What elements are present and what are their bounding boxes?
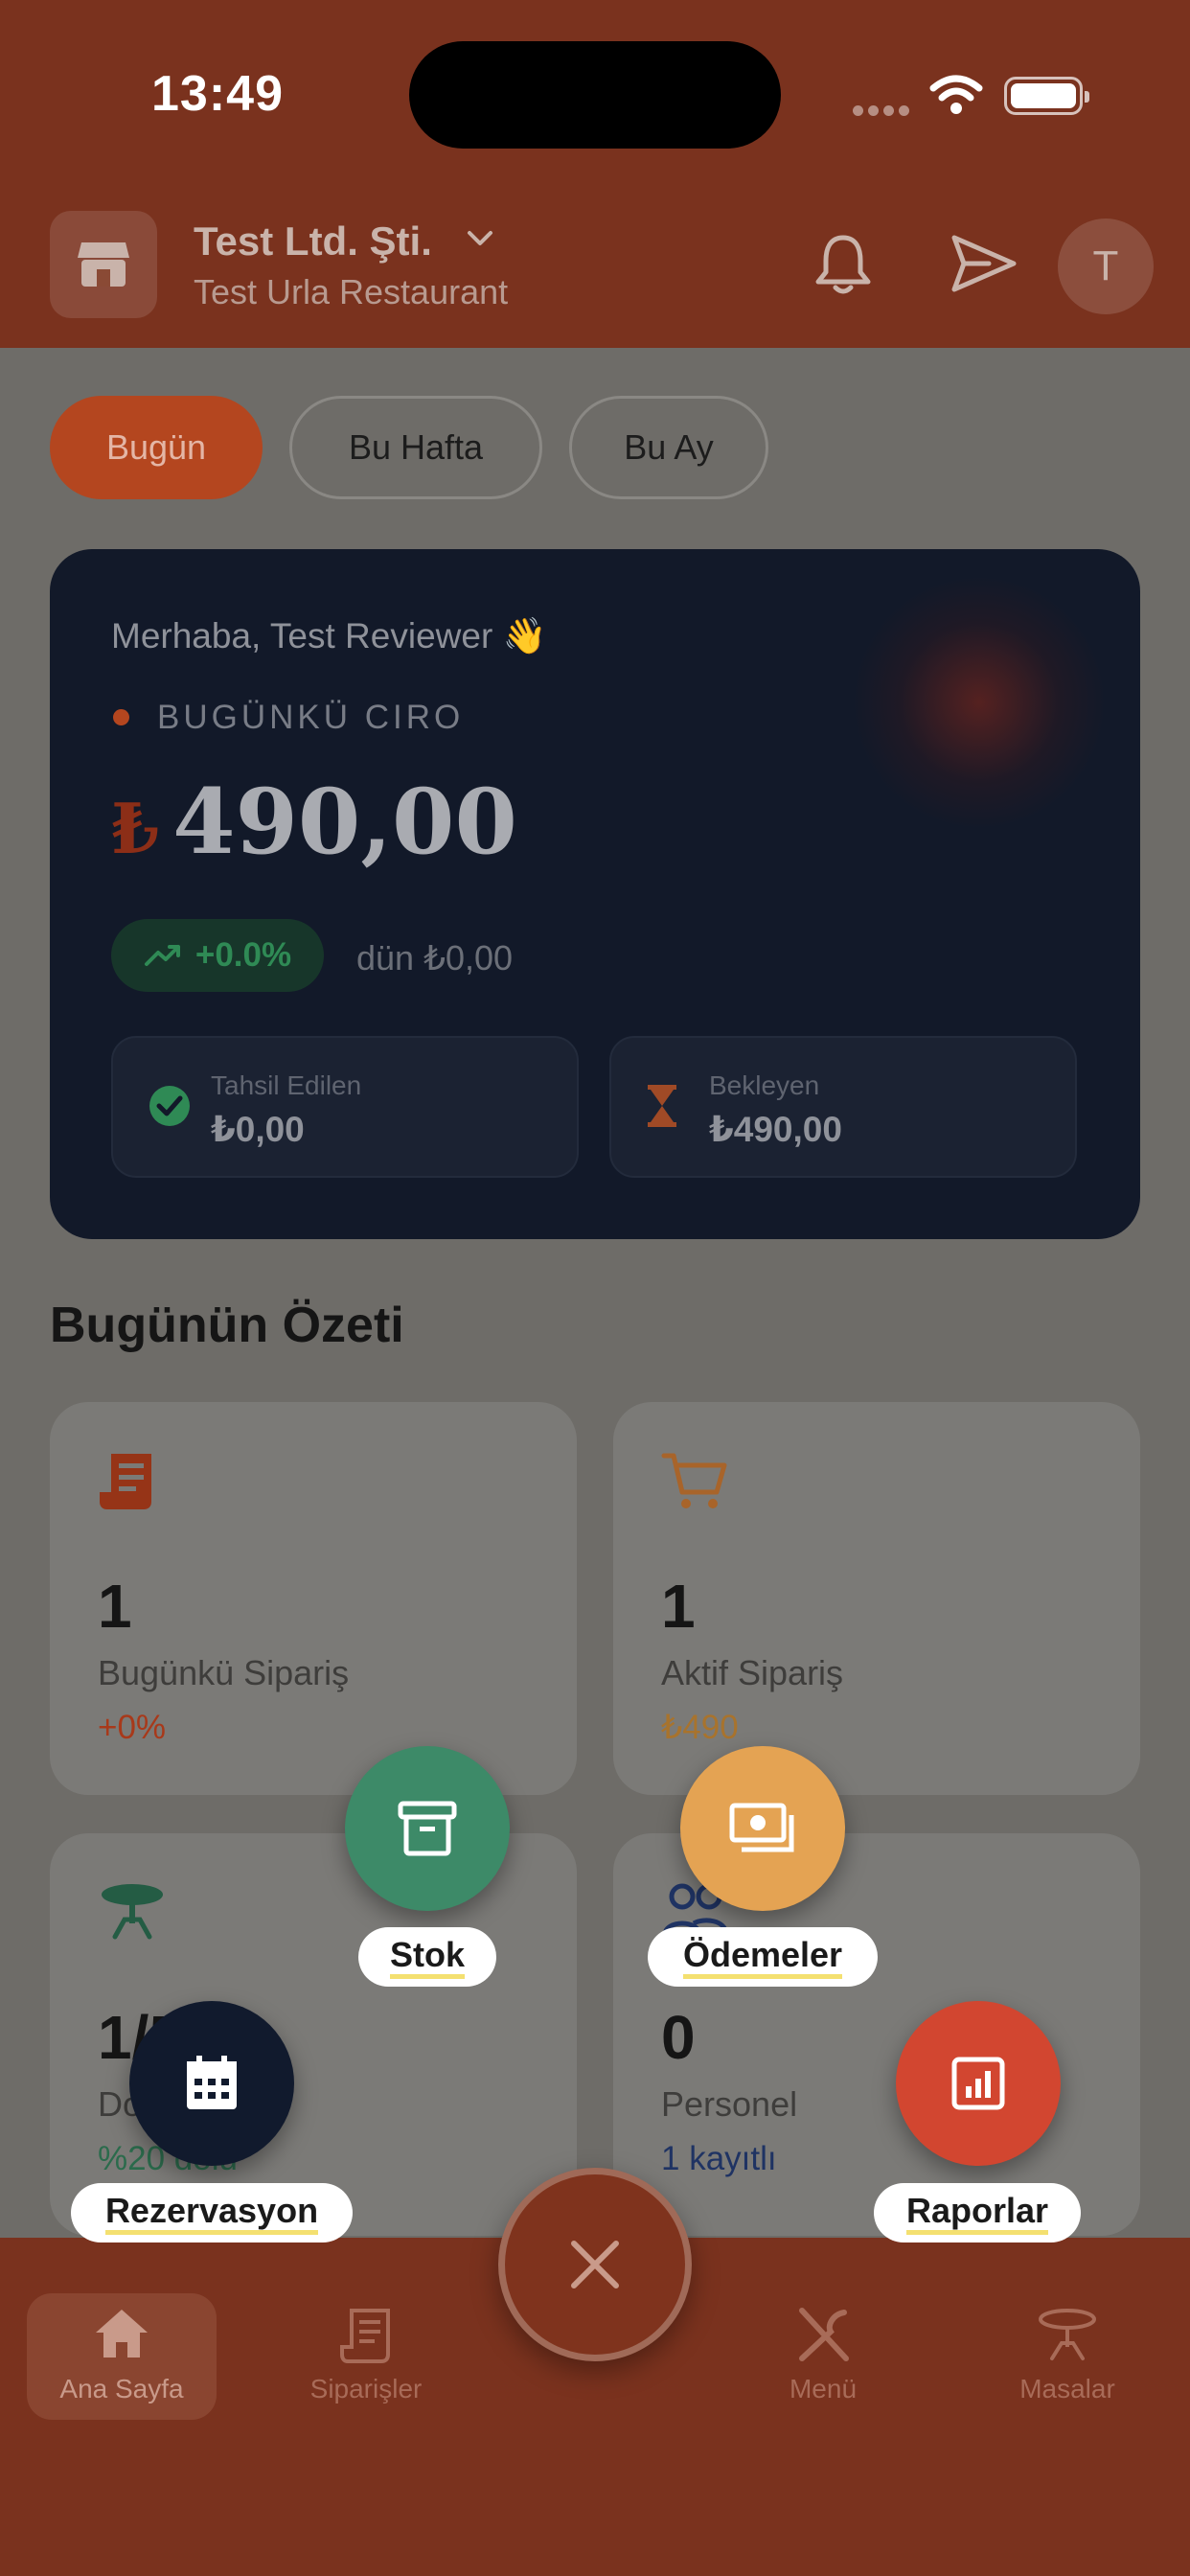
table-icon [973, 2307, 1162, 2364]
pending-box: Bekleyen ₺490,00 [609, 1036, 1077, 1178]
greeting: Merhaba, Test Reviewer 👋 [111, 616, 547, 656]
collected-label: Tahsil Edilen [211, 1070, 362, 1100]
decorative-glow [855, 578, 1104, 827]
check-circle-icon [148, 1084, 192, 1133]
wifi-icon [929, 75, 983, 120]
filter-chip-week[interactable]: Bu Hafta [289, 396, 542, 499]
pending-label: Bekleyen [709, 1070, 820, 1100]
trending-up-icon [144, 945, 180, 966]
archive-icon [398, 1801, 457, 1856]
yesterday-revenue: dün ₺0,00 [356, 938, 514, 978]
branch-name[interactable]: Test Urla Restaurant [194, 272, 508, 312]
battery-icon [1004, 77, 1089, 115]
live-dot-icon [113, 709, 129, 725]
tab-home[interactable]: Ana Sayfa [27, 2293, 217, 2420]
table-icon [98, 1881, 167, 1945]
status-bar: 13:49 [0, 0, 1190, 192]
avatar[interactable]: T [1058, 218, 1154, 314]
tab-label: Ana Sayfa [59, 2374, 184, 2404]
quick-action-payments-button[interactable] [680, 1746, 845, 1911]
summary-card-staff[interactable]: 0 Personel 1 kayıtlı [613, 1833, 1140, 2236]
trend-badge: +0.0% [111, 919, 324, 992]
quick-action-reports-button[interactable] [896, 2001, 1061, 2166]
quick-action-stock-label[interactable]: Stok [358, 1927, 496, 1987]
receipt-icon [271, 2307, 461, 2364]
money-icon [729, 1803, 794, 1852]
status-time: 13:49 [151, 66, 284, 122]
quick-action-reservation-button[interactable] [129, 2001, 294, 2166]
utensils-icon [728, 2307, 918, 2364]
app-header: Test Ltd. Şti. Test Urla Restaurant T [0, 201, 1190, 345]
close-icon [571, 2241, 619, 2288]
summary-card-tables[interactable]: 1/5 Dolu Masa %20 dolu [50, 1833, 577, 2236]
revenue-value: 490,00 [172, 770, 517, 875]
store-icon[interactable] [50, 211, 157, 318]
filter-chip-month[interactable]: Bu Ay [569, 396, 768, 499]
summary-title: Bugünün Özeti [50, 1298, 404, 1353]
tab-menu[interactable]: Menü [728, 2293, 918, 2420]
summary-label: Bugünkü Sipariş [98, 1653, 350, 1692]
bell-icon[interactable] [812, 232, 874, 300]
collected-value: ₺0,00 [211, 1110, 305, 1149]
close-fab-button[interactable] [498, 2168, 692, 2361]
summary-label: Aktif Sipariş [661, 1653, 844, 1692]
quick-action-payments-label[interactable]: Ödemeler [648, 1927, 878, 1987]
receipt-icon [98, 1450, 159, 1518]
revenue-amount: ₺ 490,00 [111, 770, 517, 875]
report-icon [951, 2057, 1005, 2110]
tab-tables[interactable]: Masalar [973, 2293, 1162, 2420]
chevron-down-icon[interactable] [464, 222, 496, 260]
cellular-signal-icon [853, 104, 914, 121]
quick-action-reports-label[interactable]: Raporlar [874, 2183, 1081, 2242]
calendar-icon [187, 2056, 237, 2109]
trend-value: +0.0% [195, 936, 292, 974]
tab-label: Siparişler [309, 2374, 423, 2404]
dynamic-island [409, 41, 781, 149]
business-name[interactable]: Test Ltd. Şti. [194, 218, 432, 264]
filter-chip-today[interactable]: Bugün [50, 396, 263, 499]
summary-card-active-orders[interactable]: 1 Aktif Sipariş ₺490 [613, 1402, 1140, 1795]
home-icon [27, 2307, 217, 2364]
revenue-label: BUGÜNKÜ CIRO [157, 699, 465, 736]
currency-symbol: ₺ [111, 788, 160, 869]
summary-sub: ₺490 [661, 1709, 739, 1746]
tab-label: Menü [789, 2374, 858, 2404]
summary-label: Personel [661, 2084, 798, 2124]
send-icon[interactable] [950, 232, 1018, 300]
quick-action-reservation-label[interactable]: Rezervasyon [71, 2183, 353, 2242]
summary-sub: +0% [98, 1709, 167, 1746]
dashboard-content: Bugün Bu Hafta Bu Ay Merhaba, Test Revie… [0, 348, 1190, 2238]
quick-action-stock-button[interactable] [345, 1746, 510, 1911]
cart-icon [661, 1450, 728, 1518]
summary-card-today-orders[interactable]: 1 Bugünkü Sipariş +0% [50, 1402, 577, 1795]
revenue-card: Merhaba, Test Reviewer 👋 BUGÜNKÜ CIRO ₺ 4… [50, 549, 1140, 1239]
hourglass-icon [646, 1084, 678, 1133]
collected-box: Tahsil Edilen ₺0,00 [111, 1036, 579, 1178]
tab-orders[interactable]: Siparişler [271, 2293, 461, 2420]
summary-value: 1 [661, 1572, 696, 1641]
tab-label: Masalar [1019, 2374, 1115, 2404]
summary-value: 0 [661, 2003, 696, 2072]
summary-sub: 1 kayıtlı [661, 2140, 777, 2177]
summary-value: 1 [98, 1572, 132, 1641]
pending-value: ₺490,00 [709, 1110, 842, 1149]
